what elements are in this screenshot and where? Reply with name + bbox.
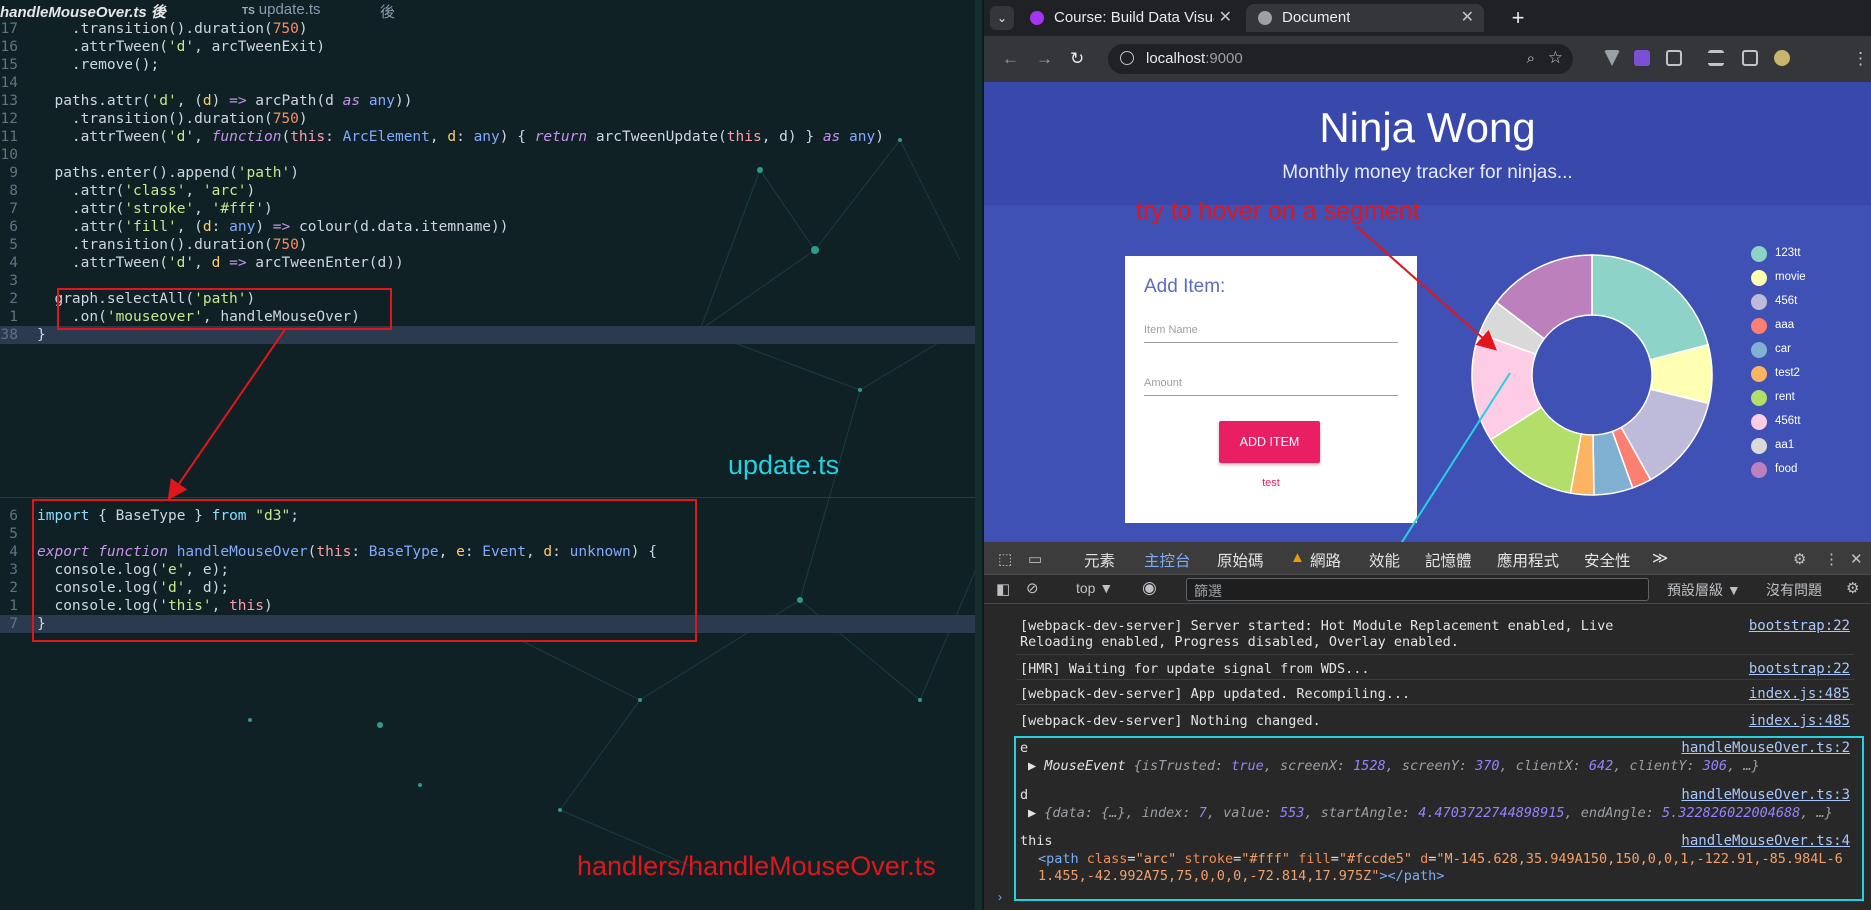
- row-separator: [1016, 704, 1854, 705]
- console-message-text: [HMR] Waiting for update signal from WDS…: [1020, 661, 1370, 677]
- tab-console[interactable]: 主控台: [1144, 549, 1191, 580]
- label-update-ts: update.ts: [728, 450, 840, 480]
- console-log-this: this handleMouseOver.ts:4 <path class="a…: [1020, 833, 1850, 887]
- log-label-d: d: [1020, 787, 1029, 803]
- log-label-e: e: [1020, 740, 1029, 756]
- tab-application[interactable]: 應用程式: [1497, 549, 1559, 571]
- tab-performance[interactable]: 效能: [1369, 549, 1400, 571]
- code-editor: handleMouseOver.ts 後 TS update.ts 後 17 .t…: [0, 0, 982, 910]
- path-element-node[interactable]: <path class="arc" stroke="#fff" fill="#f…: [1038, 851, 1853, 885]
- more-tabs-icon[interactable]: ≫: [1652, 549, 1668, 568]
- console-message-text: [webpack-dev-server] Nothing changed.: [1020, 713, 1321, 729]
- console-message: [webpack-dev-server] App updated. Recomp…: [1020, 686, 1850, 702]
- console-source-link[interactable]: bootstrap:22: [1749, 661, 1850, 677]
- tab-security[interactable]: 安全性: [1584, 549, 1631, 571]
- console-filter-input[interactable]: 篩選: [1186, 578, 1649, 601]
- editor-scrollbar[interactable]: [975, 0, 982, 910]
- datum-object[interactable]: ▶ {data: {…}, index: 7, value: 553, star…: [1028, 805, 1833, 821]
- console-message: [webpack-dev-server] Server started: Hot…: [1020, 618, 1850, 652]
- issues-counter[interactable]: 沒有問題: [1766, 580, 1822, 600]
- console-source-link[interactable]: index.js:485: [1749, 686, 1850, 702]
- inspect-element-icon[interactable]: ⬚: [998, 550, 1012, 568]
- label-handler-file: handlers/handleMouseOver.ts: [577, 851, 936, 881]
- console-source-link[interactable]: index.js:485: [1749, 713, 1850, 729]
- close-devtools-icon[interactable]: ✕: [1850, 550, 1863, 568]
- console-source-link[interactable]: bootstrap:22: [1749, 618, 1850, 634]
- console-log-d: d handleMouseOver.ts:3 ▶ {data: {…}, ind…: [1020, 787, 1850, 823]
- console-message-text: [webpack-dev-server] App updated. Recomp…: [1020, 686, 1411, 702]
- devtools-tab-bar: ⬚ ▭ 元素 主控台 原始碼 ▲ 網路 效能 記憶體 應用程式 安全性 ≫ ⚙ …: [984, 542, 1871, 580]
- sidebar-toggle-icon[interactable]: ◧: [996, 580, 1010, 598]
- clear-console-icon[interactable]: ⊘: [1026, 579, 1039, 597]
- row-separator: [1016, 679, 1854, 680]
- settings-gear-icon[interactable]: ⚙: [1793, 550, 1806, 568]
- row-separator: [1016, 654, 1854, 655]
- console-message: [HMR] Waiting for update signal from WDS…: [1020, 661, 1850, 677]
- console-log-e: e handleMouseOver.ts:2 ▶ MouseEvent {isT…: [1020, 740, 1850, 776]
- console-source-link[interactable]: handleMouseOver.ts:3: [1681, 787, 1850, 803]
- context-selector[interactable]: top ▼: [1076, 580, 1113, 596]
- browser-window: ⌄ Course: Build Data Visua ✕ Document ✕ …: [984, 0, 1871, 910]
- console-source-link[interactable]: handleMouseOver.ts:2: [1681, 740, 1850, 756]
- log-label-this: this: [1020, 833, 1053, 849]
- tab-sources[interactable]: 原始碼: [1217, 549, 1264, 571]
- console-message-text: [webpack-dev-server] Server started: Hot…: [1020, 618, 1614, 650]
- devtools-menu-icon[interactable]: ⋮: [1824, 550, 1839, 568]
- live-expression-eye-icon[interactable]: ◉: [1142, 578, 1157, 598]
- device-toolbar-icon[interactable]: ▭: [1028, 550, 1042, 568]
- tab-memory[interactable]: 記憶體: [1425, 549, 1472, 571]
- warning-icon: ▲: [1290, 549, 1305, 566]
- devtools-panel: ⬚ ▭ 元素 主控台 原始碼 ▲ 網路 效能 記憶體 應用程式 安全性 ≫ ⚙ …: [984, 542, 1871, 910]
- console-toolbar: ◧ ⊘ top ▼ ◉ 篩選 預設層級 ▼ 沒有問題 ⚙: [984, 575, 1871, 604]
- console-settings-icon[interactable]: ⚙: [1846, 579, 1859, 597]
- console-prompt-icon[interactable]: ›: [998, 890, 1002, 904]
- log-levels-dropdown[interactable]: 預設層級 ▼: [1667, 580, 1741, 600]
- console-source-link[interactable]: handleMouseOver.ts:4: [1681, 833, 1850, 849]
- filter-placeholder: 篩選: [1194, 583, 1222, 599]
- tab-elements[interactable]: 元素: [1084, 549, 1115, 571]
- tab-network[interactable]: 網路: [1310, 549, 1341, 571]
- mouseevent-object[interactable]: ▶ MouseEvent {isTrusted: true, screenX: …: [1028, 758, 1760, 774]
- console-message: [webpack-dev-server] Nothing changed. in…: [1020, 713, 1850, 729]
